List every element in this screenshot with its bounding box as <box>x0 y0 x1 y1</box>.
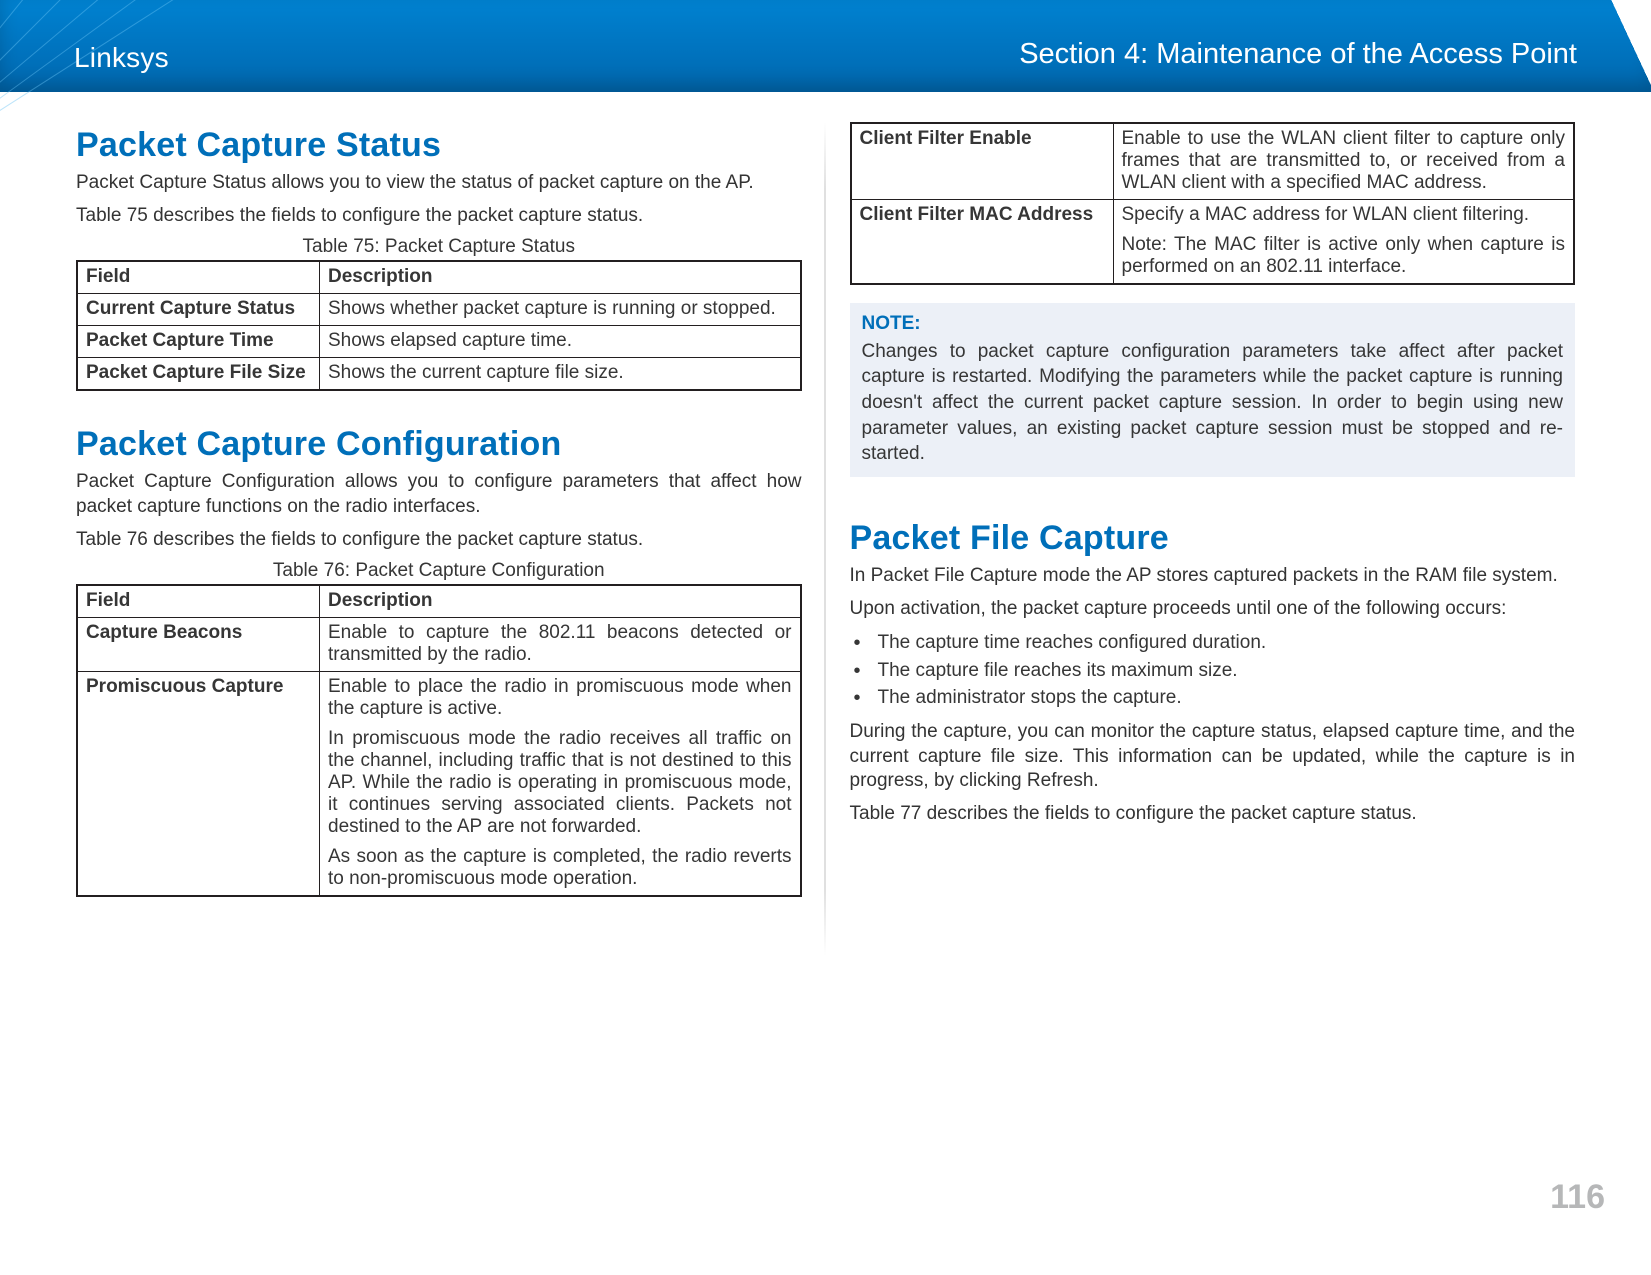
th-field: Field <box>77 261 320 294</box>
cell-desc-text: Enable to capture the 802.11 beacons det… <box>328 622 792 666</box>
cell-field: Packet Capture File Size <box>77 358 320 391</box>
cell-desc-text: As soon as the capture is completed, the… <box>328 846 792 890</box>
cell-desc: Enable to place the radio in promiscuous… <box>320 672 801 897</box>
file-ref: Table 77 describes the fields to configu… <box>850 802 1576 827</box>
table-header-row: Field Description <box>77 261 801 294</box>
cell-field: Client Filter Enable <box>851 123 1114 200</box>
cell-desc: Specify a MAC address for WLAN client fi… <box>1113 200 1574 285</box>
page-number: 116 <box>1550 1178 1605 1217</box>
table-header-row: Field Description <box>77 585 801 618</box>
table76-caption: Table 76: Packet Capture Configuration <box>76 560 802 582</box>
cell-desc: Shows whether packet capture is running … <box>320 294 801 326</box>
left-column: Packet Capture Status Packet Capture Sta… <box>76 122 802 915</box>
file-bullet-list: The capture time reaches configured dura… <box>850 629 1576 712</box>
th-description: Description <box>320 585 801 618</box>
list-item: The capture time reaches configured dura… <box>850 629 1576 657</box>
cell-desc-text: Note: The MAC filter is active only when… <box>1122 234 1566 278</box>
table-row: Client Filter MAC Address Specify a MAC … <box>851 200 1575 285</box>
cell-desc-text: Enable to use the WLAN client filter to … <box>1122 128 1566 194</box>
table-75: Field Description Current Capture Status… <box>76 260 802 391</box>
cell-field: Promiscuous Capture <box>77 672 320 897</box>
status-intro: Packet Capture Status allows you to view… <box>76 171 802 196</box>
table-row: Current Capture Status Shows whether pac… <box>77 294 801 326</box>
table-76: Field Description Capture Beacons Enable… <box>76 584 802 897</box>
cell-field: Capture Beacons <box>77 618 320 672</box>
heading-packet-capture-configuration: Packet Capture Configuration <box>76 425 802 464</box>
cell-desc-text: Specify a MAC address for WLAN client fi… <box>1122 204 1566 226</box>
th-field: Field <box>77 585 320 618</box>
cell-desc-text: In promiscuous mode the radio receives a… <box>328 728 792 838</box>
right-column: Client Filter Enable Enable to use the W… <box>850 122 1576 915</box>
table-row: Capture Beacons Enable to capture the 80… <box>77 618 801 672</box>
table-row: Client Filter Enable Enable to use the W… <box>851 123 1575 200</box>
table-row: Packet Capture File Size Shows the curre… <box>77 358 801 391</box>
table-row: Promiscuous Capture Enable to place the … <box>77 672 801 897</box>
cell-desc: Enable to capture the 802.11 beacons det… <box>320 618 801 672</box>
cell-desc-text: Shows elapsed capture time. <box>328 330 792 352</box>
note-box: NOTE: Changes to packet capture configur… <box>850 303 1576 477</box>
brand-label: Linksys <box>74 42 169 74</box>
header-banner: Linksys Section 4: Maintenance of the Ac… <box>0 0 1651 92</box>
table-76-continued: Client Filter Enable Enable to use the W… <box>850 122 1576 285</box>
config-intro: Packet Capture Configuration allows you … <box>76 470 802 519</box>
cell-field: Client Filter MAC Address <box>851 200 1114 285</box>
status-ref: Table 75 describes the fields to configu… <box>76 204 802 229</box>
config-ref: Table 76 describes the fields to configu… <box>76 528 802 553</box>
list-item: The capture file reaches its maximum siz… <box>850 657 1576 685</box>
file-during: During the capture, you can monitor the … <box>850 720 1576 794</box>
table-row: Packet Capture Time Shows elapsed captur… <box>77 326 801 358</box>
cell-field: Current Capture Status <box>77 294 320 326</box>
heading-packet-capture-status: Packet Capture Status <box>76 126 802 165</box>
heading-packet-file-capture: Packet File Capture <box>850 519 1576 558</box>
cell-desc: Shows the current capture file size. <box>320 358 801 391</box>
cell-desc-text: Shows whether packet capture is running … <box>328 298 792 320</box>
file-upon: Upon activation, the packet capture proc… <box>850 597 1576 622</box>
list-item: The administrator stops the capture. <box>850 684 1576 712</box>
section-title: Section 4: Maintenance of the Access Poi… <box>1019 38 1577 71</box>
cell-desc-text: Enable to place the radio in promiscuous… <box>328 676 792 720</box>
note-body: Changes to packet capture configuration … <box>862 341 1564 465</box>
th-description: Description <box>320 261 801 294</box>
note-label: NOTE: <box>862 311 1564 337</box>
cell-desc-text: Shows the current capture file size. <box>328 362 792 384</box>
table75-caption: Table 75: Packet Capture Status <box>76 236 802 258</box>
column-divider <box>824 122 826 956</box>
cell-desc: Enable to use the WLAN client filter to … <box>1113 123 1574 200</box>
cell-desc: Shows elapsed capture time. <box>320 326 801 358</box>
file-intro: In Packet File Capture mode the AP store… <box>850 564 1576 589</box>
cell-field: Packet Capture Time <box>77 326 320 358</box>
